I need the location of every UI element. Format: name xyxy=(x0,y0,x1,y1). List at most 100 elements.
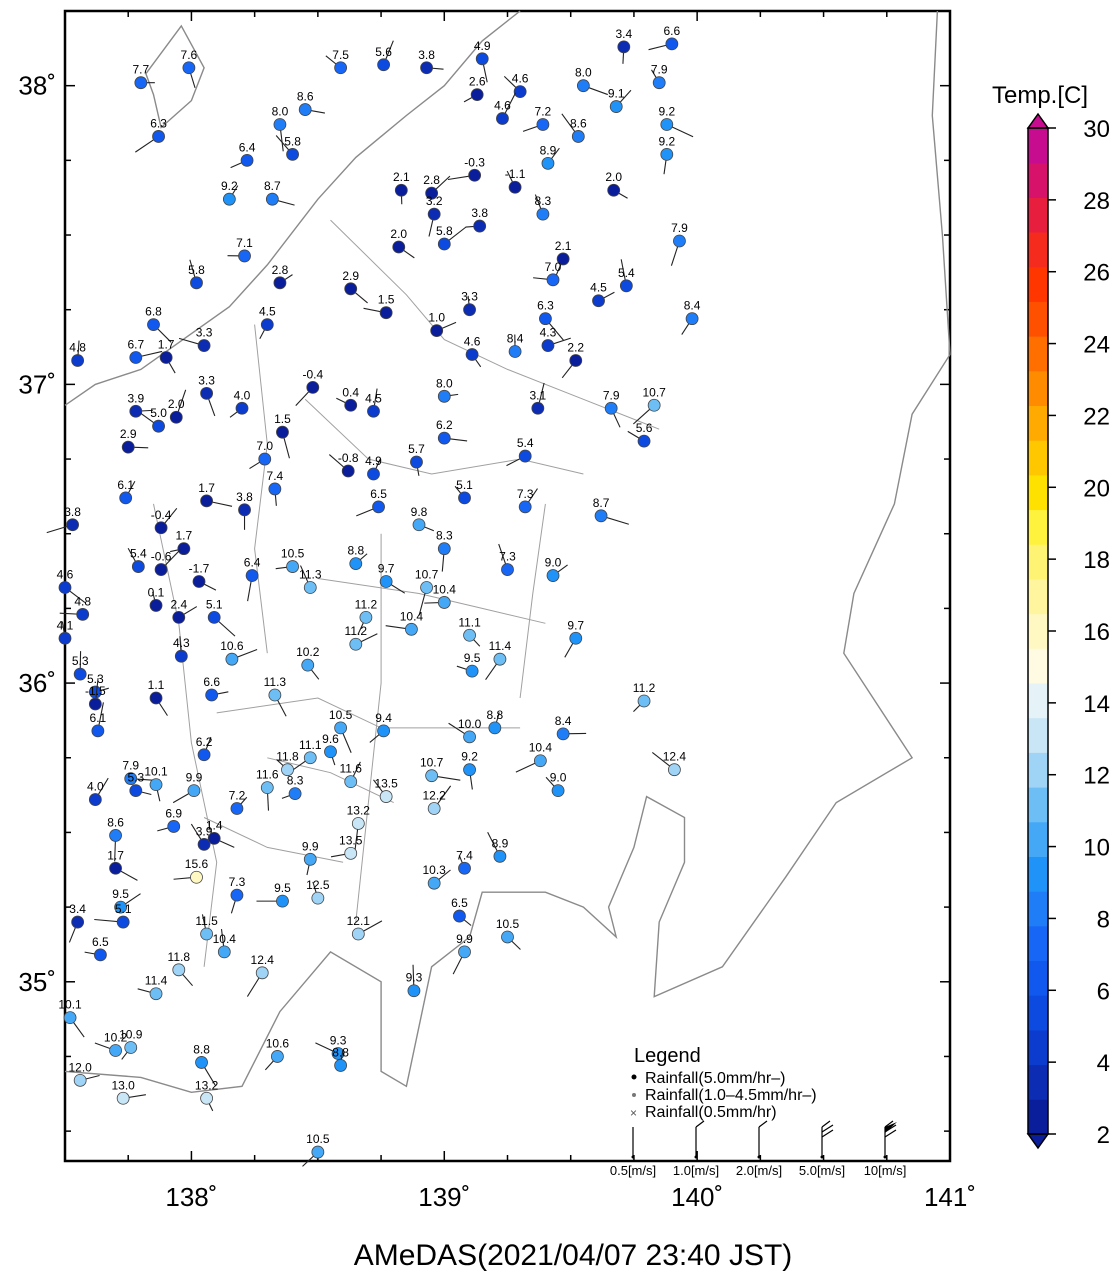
temperature-label: 4.1 xyxy=(57,618,74,632)
temperature-label: 13.5 xyxy=(339,833,363,847)
temperature-dot xyxy=(276,425,289,439)
temperature-label: 8.6 xyxy=(107,815,124,829)
temperature-label: 4.0 xyxy=(87,780,104,794)
temperature-label: 5.6 xyxy=(375,45,392,59)
temperature-label: 0.4 xyxy=(342,385,359,399)
temperature-dot xyxy=(508,180,522,194)
temperature-dot xyxy=(172,963,186,977)
temperature-dot xyxy=(536,207,550,221)
temperature-dot xyxy=(425,769,439,783)
temperature-dot xyxy=(230,802,244,815)
temperature-dot xyxy=(131,560,145,573)
temperature-label: 10.7 xyxy=(642,385,666,399)
temperature-dot xyxy=(473,219,487,233)
temperature-label: 9.2 xyxy=(658,105,675,119)
temperature-label: 6.7 xyxy=(127,337,144,351)
temperature-label: 7.2 xyxy=(535,105,552,119)
cross-icon: × xyxy=(630,1106,637,1120)
colorbar-tick-label: 6 xyxy=(1097,978,1110,1005)
temperature-label: 1.7 xyxy=(107,848,124,862)
colorbar-segment xyxy=(1028,821,1048,857)
temperature-label: 9.5 xyxy=(464,651,481,665)
temperature-dot xyxy=(533,754,547,768)
temperature-label: 13.2 xyxy=(347,803,371,817)
colorbar-segment xyxy=(1028,266,1048,302)
lat-tick-label: 38˚ xyxy=(18,71,56,101)
temperature-dot xyxy=(334,61,348,75)
temperature-label: 9.0 xyxy=(545,556,562,570)
temperature-dot xyxy=(437,237,451,251)
temperature-dot xyxy=(265,192,279,206)
temperature-dot xyxy=(298,103,312,116)
temperature-dot xyxy=(94,948,107,962)
temperature-label: 3.8 xyxy=(471,206,488,220)
temperature-label: 8.9 xyxy=(540,143,557,157)
temperature-dot xyxy=(501,563,514,576)
temperature-label: 11.8 xyxy=(276,750,299,764)
temperature-label: 9.2 xyxy=(221,179,238,193)
temperature-label: 10.0 xyxy=(458,717,482,731)
temperature-dot xyxy=(177,542,191,556)
temperature-dot xyxy=(569,631,583,645)
lat-tick-label: 37˚ xyxy=(18,369,56,399)
temperature-dot xyxy=(569,354,583,367)
colorbar-segment xyxy=(1028,648,1048,684)
temperature-dot xyxy=(238,503,251,517)
temperature-dot xyxy=(458,491,471,505)
colorbar-segment xyxy=(1028,1099,1048,1135)
temperature-dot xyxy=(73,667,87,681)
temperature-label: 7.2 xyxy=(229,789,246,803)
temperature-label: 9.5 xyxy=(274,881,291,895)
temperature-label: 5.1 xyxy=(115,902,132,916)
temperature-dot xyxy=(551,784,565,798)
colorbar-segment xyxy=(1028,1029,1048,1066)
temperature-dot xyxy=(592,294,605,308)
temperature-label: 4.6 xyxy=(512,72,529,86)
temperature-label: 8.4 xyxy=(507,332,524,346)
temperature-dot xyxy=(420,581,433,594)
wind-speed-label: 5.0[m/s] xyxy=(799,1163,845,1178)
wind-speed-label: 0.5[m/s] xyxy=(610,1163,656,1178)
temperature-dot xyxy=(541,339,555,352)
colorbar-segment xyxy=(1028,925,1048,962)
temperature-label: 8.0 xyxy=(272,105,289,119)
temperature-dot xyxy=(238,249,251,263)
temperature-dot xyxy=(576,79,590,93)
colorbar-tick-label: 12 xyxy=(1083,763,1110,790)
temperature-dot xyxy=(187,784,201,798)
temperature-label: 1.4 xyxy=(206,818,223,832)
temperature-label: 7.7 xyxy=(133,63,150,77)
temperature-dot xyxy=(377,724,391,738)
colorbar-segment xyxy=(1028,856,1048,892)
colorbar-segment xyxy=(1028,336,1048,372)
lat-tick-label: 35˚ xyxy=(18,967,56,997)
temperature-label: 8.3 xyxy=(535,194,552,208)
temperature-dot xyxy=(147,318,160,332)
temperature-label: 11.2 xyxy=(345,624,368,638)
temperature-dot xyxy=(379,790,393,803)
temperature-label: 10.4 xyxy=(529,741,553,755)
temperature-dot xyxy=(617,40,631,54)
temperature-label: 13.5 xyxy=(374,777,398,791)
temperature-label: 4.3 xyxy=(540,326,557,340)
temperature-dot xyxy=(465,348,479,361)
legend-title: Legend xyxy=(634,1045,701,1067)
temperature-dot xyxy=(169,410,183,424)
temperature-label: 8.8 xyxy=(193,1042,210,1056)
temperature-dot xyxy=(367,404,380,418)
temperature-dot xyxy=(152,419,165,433)
temperature-dot xyxy=(372,500,385,514)
colorbar-segment xyxy=(1028,717,1048,753)
temperature-dot xyxy=(63,1011,77,1025)
temperature-dot xyxy=(129,784,143,798)
colorbar-tick-label: 26 xyxy=(1083,260,1110,287)
temperature-dot xyxy=(359,610,373,624)
temperature-dot xyxy=(88,793,102,806)
colorbar-tick-label: 18 xyxy=(1083,547,1110,574)
temperature-label: 7.0 xyxy=(545,260,562,274)
temperature-dot xyxy=(647,398,661,412)
colorbar-tick-label: 10 xyxy=(1083,835,1110,862)
temperature-dot xyxy=(394,183,408,197)
temperature-label: 5.3 xyxy=(72,654,89,668)
temperature-dot xyxy=(531,401,545,415)
